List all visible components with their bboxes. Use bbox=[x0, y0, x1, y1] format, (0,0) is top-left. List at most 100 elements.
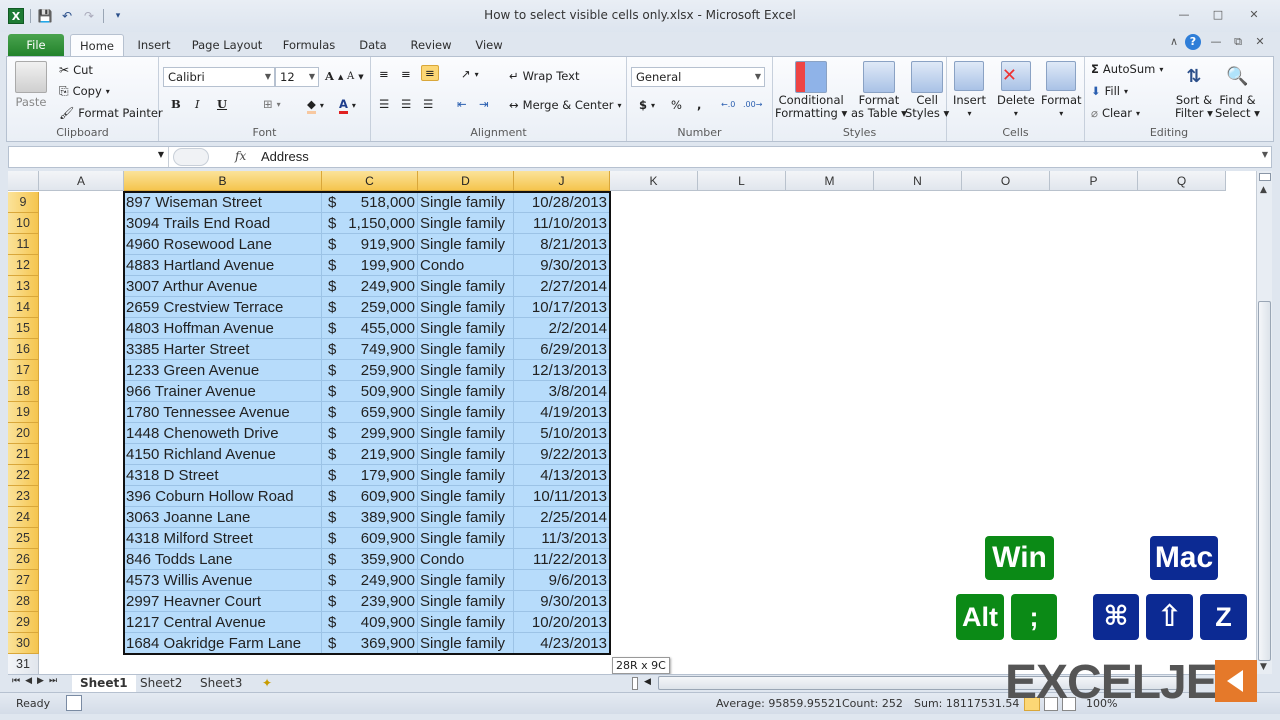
close-icon[interactable]: ✕ bbox=[1244, 8, 1264, 21]
row-header[interactable]: 20 bbox=[8, 423, 39, 444]
font-name-combo[interactable]: Calibri ▼ bbox=[163, 67, 275, 87]
tab-page-layout[interactable]: Page Layout bbox=[190, 34, 264, 56]
cell-price[interactable]: $359,900 bbox=[322, 549, 418, 570]
cell-address[interactable]: 4573 Willis Avenue bbox=[124, 570, 322, 591]
cell-type[interactable]: Single family bbox=[418, 234, 514, 255]
row-header[interactable]: 9 bbox=[8, 192, 39, 213]
row-header[interactable]: 22 bbox=[8, 465, 39, 486]
cell-address[interactable]: 4318 Milford Street bbox=[124, 528, 322, 549]
sheet-navigation-arrows[interactable]: ⏮◀▶⏭ bbox=[12, 676, 62, 686]
cell-price[interactable]: $659,900 bbox=[322, 402, 418, 423]
paste-button[interactable]: Paste bbox=[15, 61, 47, 109]
vertical-scrollbar[interactable]: ▲ ▼ bbox=[1256, 171, 1272, 674]
cell-address[interactable]: 1448 Chenoweth Drive bbox=[124, 423, 322, 444]
cell-price[interactable]: $299,900 bbox=[322, 423, 418, 444]
orientation-button[interactable]: ↗ ▾ bbox=[461, 67, 479, 81]
format-painter-button[interactable]: 🖌 Format Painter bbox=[59, 106, 163, 120]
worksheet-grid[interactable]: ABCDJKLMNOPQ 9 897 Wiseman Street $518,000… bbox=[8, 171, 1256, 674]
cell-type[interactable]: Single family bbox=[418, 276, 514, 297]
cell-date[interactable]: 10/17/2013 bbox=[514, 297, 610, 318]
cell-date[interactable]: 9/30/2013 bbox=[514, 255, 610, 276]
cell-type[interactable]: Single family bbox=[418, 612, 514, 633]
column-header-p[interactable]: P bbox=[1050, 171, 1138, 191]
restore-icon[interactable]: □ bbox=[1208, 8, 1228, 21]
cell-address[interactable]: 4803 Hoffman Avenue bbox=[124, 318, 322, 339]
row-header[interactable]: 13 bbox=[8, 276, 39, 297]
grow-font-button[interactable]: A ▲ bbox=[325, 69, 343, 83]
cell-address[interactable]: 396 Coburn Hollow Road bbox=[124, 486, 322, 507]
row-header[interactable]: 19 bbox=[8, 402, 39, 423]
format-as-table-button[interactable]: Format as Table ▾ bbox=[851, 61, 907, 119]
row-header[interactable]: 29 bbox=[8, 612, 39, 633]
delete-cells-button[interactable]: ✕ Delete ▾ bbox=[997, 61, 1035, 118]
copy-button[interactable]: ⎘ Copy ▾ bbox=[59, 84, 110, 98]
scroll-thumb[interactable] bbox=[1258, 301, 1271, 661]
tab-formulas[interactable]: Formulas bbox=[280, 34, 338, 56]
scroll-up-icon[interactable]: ▲ bbox=[1260, 185, 1267, 195]
borders-button[interactable]: ⊞ ▾ bbox=[263, 97, 281, 111]
row-header[interactable]: 18 bbox=[8, 381, 39, 402]
row-header[interactable]: 11 bbox=[8, 234, 39, 255]
cell-type[interactable]: Single family bbox=[418, 528, 514, 549]
cell-date[interactable]: 8/21/2013 bbox=[514, 234, 610, 255]
cut-button[interactable]: ✂ Cut bbox=[59, 63, 93, 77]
conditional-formatting-button[interactable]: Conditional Formatting ▾ bbox=[775, 61, 847, 119]
cell-price[interactable]: $509,900 bbox=[322, 381, 418, 402]
tab-insert[interactable]: Insert bbox=[132, 34, 176, 56]
cell-price[interactable]: $249,900 bbox=[322, 276, 418, 297]
column-header-a[interactable]: A bbox=[39, 171, 124, 191]
cell-address[interactable]: 966 Trainer Avenue bbox=[124, 381, 322, 402]
minimize-ribbon-icon[interactable]: ∧ bbox=[1164, 35, 1184, 48]
shrink-font-button[interactable]: A ▼ bbox=[347, 71, 364, 82]
cell-price[interactable]: $518,000 bbox=[322, 192, 418, 213]
center-button[interactable]: ☰ bbox=[401, 97, 411, 111]
cell-type[interactable]: Single family bbox=[418, 465, 514, 486]
cell-date[interactable]: 11/22/2013 bbox=[514, 549, 610, 570]
cell-type[interactable]: Single family bbox=[418, 633, 514, 654]
cell-type[interactable]: Single family bbox=[418, 486, 514, 507]
name-box[interactable]: ▼ bbox=[9, 147, 169, 167]
cell-type[interactable]: Single family bbox=[418, 507, 514, 528]
cell-type[interactable]: Condo bbox=[418, 255, 514, 276]
cell-address[interactable]: 4150 Richland Avenue bbox=[124, 444, 322, 465]
cell-address[interactable]: 4960 Rosewood Lane bbox=[124, 234, 322, 255]
clear-button[interactable]: ⌀ Clear ▾ bbox=[1091, 106, 1140, 120]
workbook-minimize-icon[interactable]: — bbox=[1206, 35, 1226, 48]
wrap-text-button[interactable]: ↵ Wrap Text bbox=[509, 69, 579, 83]
row-header[interactable]: 16 bbox=[8, 339, 39, 360]
decrease-indent-button[interactable]: ⇤ bbox=[457, 97, 467, 111]
row-header[interactable]: 27 bbox=[8, 570, 39, 591]
merge-center-button[interactable]: ↔ Merge & Center ▾ bbox=[509, 98, 622, 112]
cell-price[interactable]: $1,150,000 bbox=[322, 213, 418, 234]
cell-price[interactable]: $369,900 bbox=[322, 633, 418, 654]
cell-styles-button[interactable]: Cell Styles ▾ bbox=[905, 61, 949, 119]
cell-address[interactable]: 897 Wiseman Street bbox=[124, 192, 322, 213]
scroll-left-icon[interactable]: ◀ bbox=[644, 677, 651, 687]
split-box[interactable] bbox=[1259, 173, 1271, 181]
column-header-m[interactable]: M bbox=[786, 171, 874, 191]
cell-address[interactable]: 1780 Tennessee Avenue bbox=[124, 402, 322, 423]
cell-date[interactable]: 4/13/2013 bbox=[514, 465, 610, 486]
cell-price[interactable]: $179,900 bbox=[322, 465, 418, 486]
cell-price[interactable]: $609,900 bbox=[322, 528, 418, 549]
sheet-tab-sheet1[interactable]: Sheet1 bbox=[72, 675, 136, 692]
cell-address[interactable]: 3094 Trails End Road bbox=[124, 213, 322, 234]
cell-address[interactable]: 3385 Harter Street bbox=[124, 339, 322, 360]
row-header[interactable]: 21 bbox=[8, 444, 39, 465]
macro-record-icon[interactable] bbox=[66, 695, 82, 711]
row-header[interactable]: 14 bbox=[8, 297, 39, 318]
cell-type[interactable]: Single family bbox=[418, 213, 514, 234]
cell-price[interactable]: $455,000 bbox=[322, 318, 418, 339]
middle-align-button[interactable]: ≡ bbox=[401, 67, 411, 81]
currency-button[interactable]: $ ▾ bbox=[639, 98, 655, 112]
cell-type[interactable]: Single family bbox=[418, 591, 514, 612]
cell-type[interactable]: Single family bbox=[418, 192, 514, 213]
column-header-l[interactable]: L bbox=[698, 171, 786, 191]
autosum-button[interactable]: Σ AutoSum ▾ bbox=[1091, 62, 1163, 76]
row-header[interactable]: 10 bbox=[8, 213, 39, 234]
cell-type[interactable]: Condo bbox=[418, 549, 514, 570]
tab-view[interactable]: View bbox=[470, 34, 508, 56]
cell-address[interactable]: 4883 Hartland Avenue bbox=[124, 255, 322, 276]
cell-date[interactable]: 11/3/2013 bbox=[514, 528, 610, 549]
cell-price[interactable]: $259,900 bbox=[322, 360, 418, 381]
